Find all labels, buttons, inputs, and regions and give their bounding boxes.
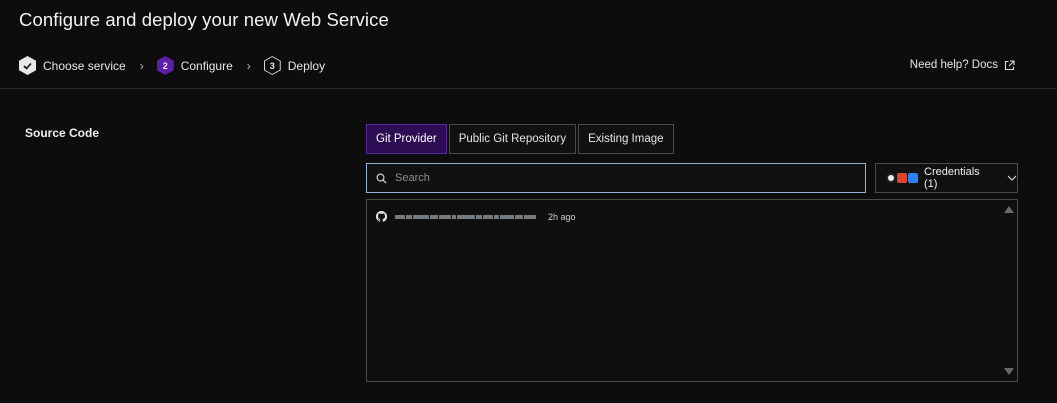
gitlab-icon [897, 173, 907, 183]
help-docs-link[interactable]: Need help? Docs [910, 59, 1015, 71]
search-input[interactable] [395, 172, 835, 184]
github-icon [886, 173, 896, 183]
step-label: Choose service [43, 58, 126, 73]
external-link-icon [1004, 59, 1015, 70]
source-tabs: Git Provider Public Git Repository Exist… [366, 124, 674, 154]
credentials-dropdown[interactable]: Credentials (1) [875, 163, 1018, 193]
redacted-repo-name [395, 212, 536, 222]
step-number-badge: 3 [263, 56, 281, 75]
scroll-up-arrow[interactable] [1004, 206, 1014, 213]
tab-existing-image[interactable]: Existing Image [578, 124, 674, 154]
header-divider [0, 88, 1057, 89]
search-icon [376, 172, 387, 183]
step-configure[interactable]: 2 Configure [156, 56, 233, 75]
list-item[interactable]: 2h ago [376, 211, 576, 222]
page-title: Configure and deploy your new Web Servic… [19, 9, 389, 30]
repo-search[interactable] [366, 163, 866, 193]
step-number-badge: 2 [156, 56, 174, 75]
step-deploy[interactable]: 3 Deploy [263, 56, 326, 75]
github-icon [376, 211, 387, 222]
repo-updated-time: 2h ago [548, 211, 576, 222]
step-choose-service[interactable]: Choose service [19, 56, 126, 75]
source-code-label: Source Code [25, 126, 100, 140]
tab-public-git-repository[interactable]: Public Git Repository [448, 124, 577, 154]
chevron-right-icon: › [246, 58, 251, 73]
page: Configure and deploy your new Web Servic… [0, 0, 1057, 403]
help-docs-label: Need help? Docs [909, 59, 998, 71]
check-icon [19, 56, 36, 75]
repo-list: 2h ago [366, 199, 1018, 382]
tab-git-provider[interactable]: Git Provider [366, 124, 447, 154]
step-label: Configure [180, 58, 233, 73]
provider-icons [886, 173, 918, 183]
scroll-down-arrow[interactable] [1004, 368, 1014, 375]
chevron-down-icon [1007, 173, 1017, 184]
stepper: Choose service › 2 Configure › 3 Deploy [19, 56, 325, 75]
chevron-right-icon: › [139, 58, 144, 73]
credentials-label: Credentials (1) [924, 166, 980, 190]
step-label: Deploy [287, 58, 326, 73]
bitbucket-icon [908, 173, 918, 183]
